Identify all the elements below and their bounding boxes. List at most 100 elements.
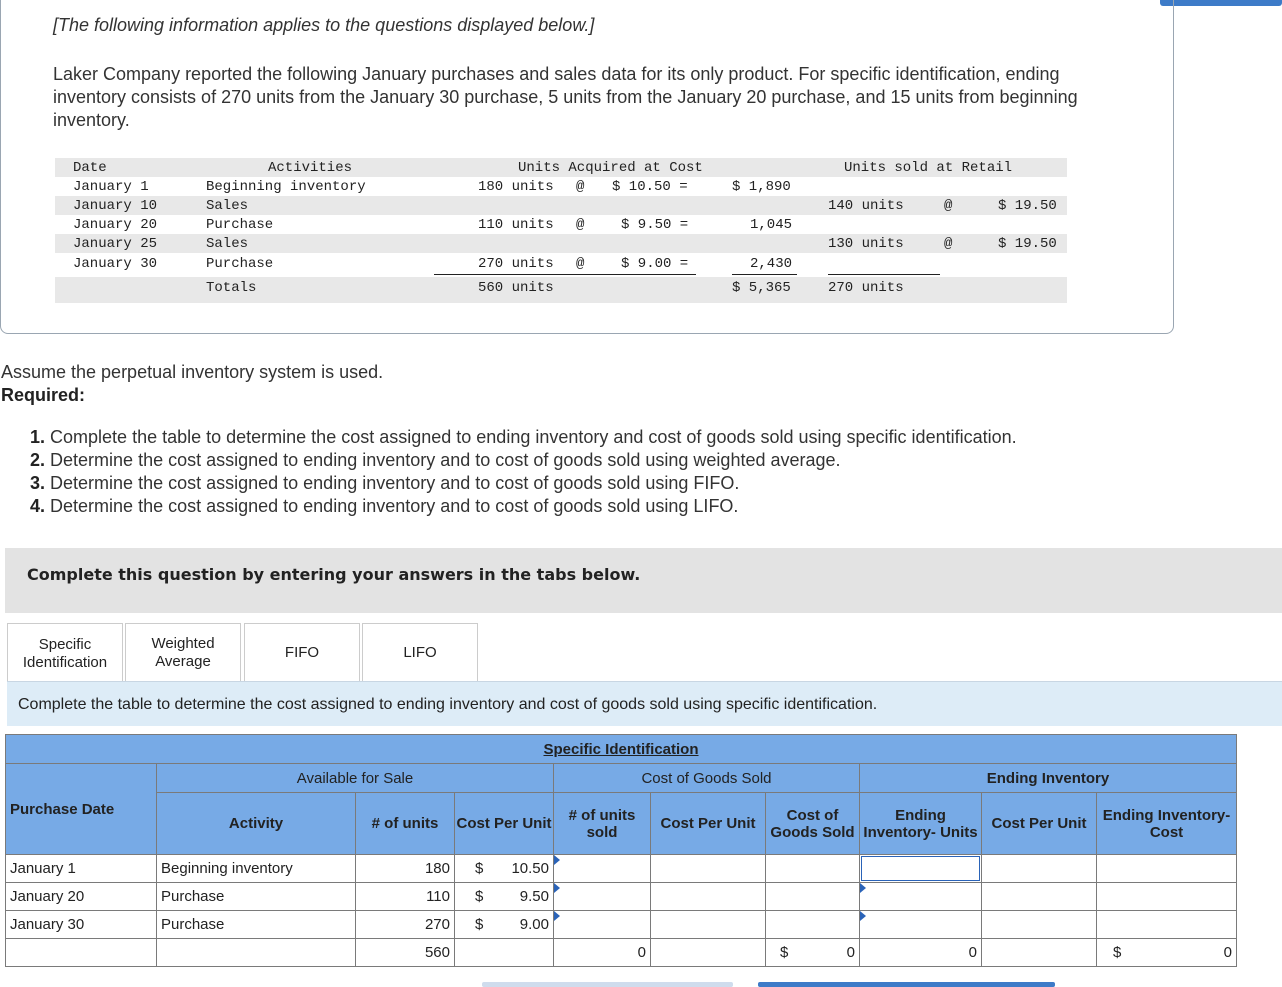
col-cogs-cost-per-unit: Cost Per Unit — [650, 792, 766, 855]
complete-prompt: Complete this question by entering your … — [27, 565, 641, 584]
dollar-sign: $ — [1113, 944, 1122, 961]
row-total: 2,430 — [750, 256, 793, 272]
row-sold-units: 140 units — [828, 198, 904, 214]
row-price: $ 19.50 — [998, 236, 1057, 252]
group-cogs: Cost of Goods Sold — [553, 763, 860, 793]
cogs-cost-per-unit-cell — [650, 910, 766, 939]
row-date: January 30 — [5, 910, 157, 939]
ending-units-input[interactable] — [859, 854, 982, 883]
requirement-text: Determine the cost assigned to ending in… — [50, 473, 740, 493]
totals-empty — [981, 938, 1097, 967]
underline — [828, 274, 940, 275]
ending-units-input[interactable] — [859, 882, 982, 911]
top-progress-bar — [1160, 0, 1282, 6]
tab-weighted-average[interactable]: Weighted Average — [125, 623, 241, 681]
ending-units-input[interactable] — [859, 910, 982, 939]
row-at: @ — [576, 217, 585, 233]
col-header-sold: Units sold at Retail — [844, 160, 1013, 176]
totals-row: 560 0 $0 0 $0 — [5, 938, 1237, 967]
col-ending-units: Ending Inventory- Units — [859, 792, 982, 855]
cogs-cost-per-unit-cell — [650, 882, 766, 911]
tab-lifo[interactable]: LIFO — [362, 623, 478, 681]
totals-amount: $ 5,365 — [732, 280, 791, 296]
tab-specific-identification[interactable]: Specific Identification — [7, 623, 123, 683]
assumption-block: Assume the perpetual inventory system is… — [1, 361, 383, 407]
dollar-sign: $ — [475, 916, 484, 933]
units-sold-input[interactable] — [553, 882, 651, 911]
requirement-text: Complete the table to determine the cost… — [50, 427, 1017, 447]
row-activity: Sales — [206, 198, 249, 214]
tab-fifo[interactable]: FIFO — [244, 623, 360, 681]
input-marker-icon — [860, 911, 866, 921]
row-activity: Purchase — [156, 910, 356, 939]
table-title-cell: Specific Identification — [5, 734, 1237, 764]
col-cogs: Cost of Goods Sold — [765, 792, 860, 855]
row-cost: $ 10.50 = — [612, 179, 688, 195]
requirement-number: 4. — [30, 496, 46, 516]
underline — [732, 274, 797, 275]
dollar-sign: $ — [475, 888, 484, 905]
row-activity: Beginning inventory — [156, 854, 356, 883]
tab-instruction: Complete the table to determine the cost… — [18, 696, 878, 713]
row-units: 180 — [355, 854, 455, 883]
row-cost-per-unit: $9.50 — [454, 882, 554, 911]
row-units: 270 units — [478, 256, 554, 272]
col-header-activities: Activities — [268, 160, 353, 176]
total-ending-cost: $0 — [1096, 938, 1237, 967]
row-price: $ 19.50 — [998, 198, 1057, 214]
group-available-label: Available for Sale — [296, 769, 414, 787]
units-sold-input[interactable] — [553, 910, 651, 939]
cogs-total-value: 0 — [846, 944, 855, 961]
complete-prompt-bar: Complete this question by entering your … — [5, 548, 1282, 613]
requirement-text: Determine the cost assigned to ending in… — [50, 450, 841, 470]
totals-empty — [156, 938, 356, 967]
requirement-item: 4. Determine the cost assigned to ending… — [30, 495, 1017, 518]
row-activity: Purchase — [206, 217, 274, 233]
row-date: January 20 — [5, 882, 157, 911]
input-marker-icon — [860, 883, 866, 893]
row-sold-at: @ — [944, 236, 953, 252]
row-date: January 1 — [5, 854, 157, 883]
row-date: January 20 — [73, 217, 158, 233]
cost-value: 9.50 — [519, 888, 549, 905]
row-cost: $ 9.00 = — [621, 256, 689, 272]
total-cogs: $0 — [765, 938, 860, 967]
row-cost-per-unit: $9.00 — [454, 910, 554, 939]
col-purchase-date: Purchase Date — [5, 763, 157, 855]
row-cost-per-unit: $10.50 — [454, 854, 554, 883]
totals-empty — [5, 938, 157, 967]
input-marker-icon — [554, 883, 560, 893]
row-date: January 10 — [73, 198, 158, 214]
row-date: January 1 — [73, 179, 149, 195]
ending-cost-per-unit-cell — [981, 910, 1097, 939]
row-units: 110 — [355, 882, 455, 911]
input-border — [861, 856, 980, 881]
input-marker-icon — [554, 911, 560, 921]
col-cost-per-unit: Cost Per Unit — [454, 792, 554, 855]
requirement-number: 2. — [30, 450, 46, 470]
cogs-cell — [765, 910, 860, 939]
row-activity: Beginning inventory — [206, 179, 366, 195]
required-label: Required: — [1, 385, 86, 405]
col-units: # of units — [355, 792, 455, 855]
row-sold-at: @ — [944, 198, 953, 214]
scrollbar-track[interactable] — [482, 982, 733, 987]
total-units: 560 — [355, 938, 455, 967]
requirement-item: 1. Complete the table to determine the c… — [30, 426, 1017, 449]
table-row: January 1 Beginning inventory 180 $10.50 — [5, 854, 1237, 883]
totals-empty — [454, 938, 554, 967]
group-available: Available for Sale — [156, 763, 554, 793]
scrollbar-thumb[interactable] — [758, 982, 1055, 987]
cogs-cell — [765, 854, 860, 883]
ending-cost-per-unit-cell — [981, 854, 1097, 883]
col-ending-cost-per-unit: Cost Per Unit — [981, 792, 1097, 855]
col-activity: Activity — [156, 792, 356, 855]
ending-cost-cell — [1096, 882, 1237, 911]
col-header-date: Date — [73, 160, 107, 176]
units-sold-input[interactable] — [553, 854, 651, 883]
row-total: 1,045 — [750, 217, 793, 233]
dollar-sign: $ — [780, 944, 789, 961]
requirement-text: Determine the cost assigned to ending in… — [50, 496, 739, 516]
row-activity: Sales — [206, 236, 249, 252]
row-units: 270 — [355, 910, 455, 939]
